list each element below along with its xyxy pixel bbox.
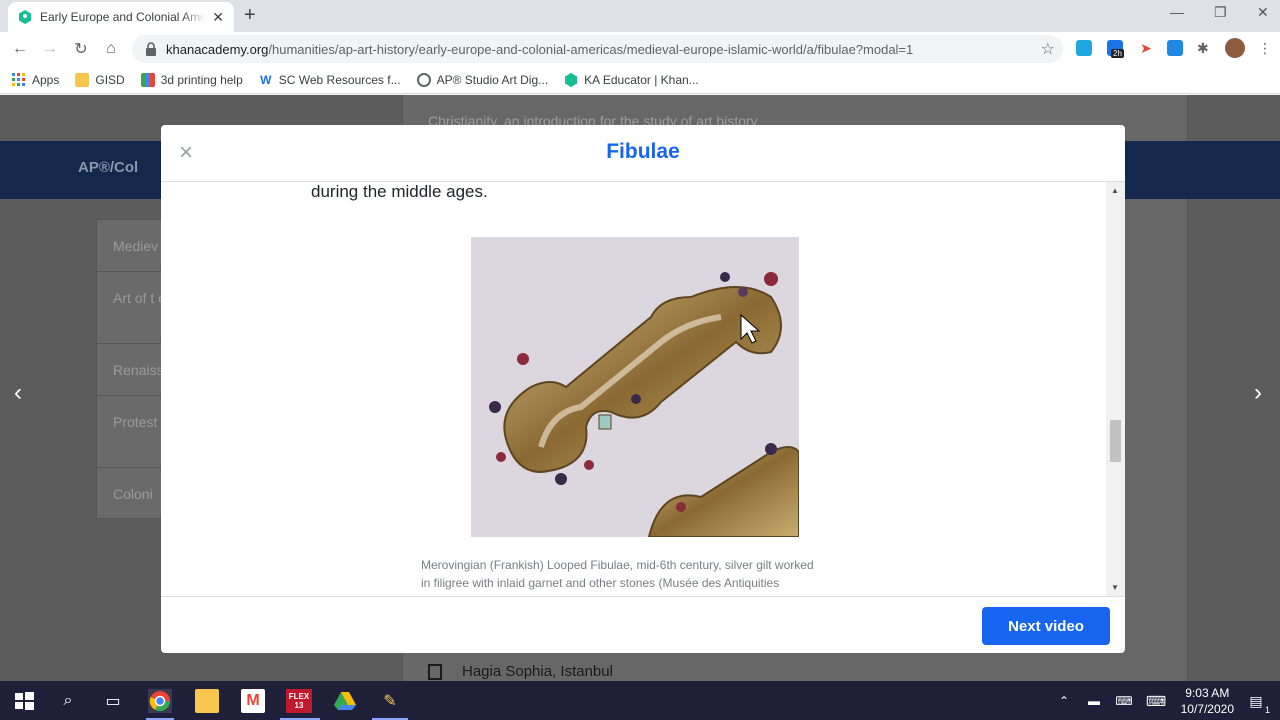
bookmark-apps[interactable]: Apps — [12, 72, 60, 87]
file-explorer-icon[interactable] — [195, 689, 219, 713]
article-text: during the middle ages. — [311, 182, 488, 201]
windows-start-icon[interactable] — [12, 689, 36, 713]
unit-item[interactable]: Coloni — [97, 468, 161, 520]
bookmark-star-icon[interactable]: ☆ — [1041, 39, 1055, 59]
apps-grid-icon — [12, 72, 25, 86]
scroll-up-icon[interactable]: ▲ — [1111, 186, 1119, 195]
unit-list: Mediev Art of t era Renaiss Protest Coun… — [96, 219, 162, 519]
caption-line-2: in filigree with inlaid garnet and other… — [421, 576, 780, 590]
pen-app-icon[interactable]: ✎ — [378, 689, 402, 713]
bookmark-sc-web[interactable]: W SC Web Resources f... — [259, 73, 401, 87]
screen-extension-icon[interactable]: 2h — [1107, 40, 1124, 58]
fibulae-illustration — [471, 237, 800, 538]
flex-label: FLEX — [288, 692, 310, 701]
home-icon[interactable]: ⌂ — [100, 38, 122, 60]
url-text: khanacademy.org/humanities/ap-art-histor… — [166, 42, 913, 57]
bookmarks-bar: Apps GISD 3d printing help W SC Web Reso… — [0, 66, 1280, 94]
globe-icon — [416, 72, 431, 87]
modal-footer: Next video — [161, 596, 1125, 653]
keyboard-icon[interactable]: ⌨ — [1144, 689, 1168, 713]
notification-count: 1 — [1264, 705, 1270, 715]
flex-number: 13 — [294, 701, 304, 710]
modal-body: during the middle ages. Merovingian (Fra… — [161, 182, 1106, 596]
next-video-button[interactable]: Next video — [982, 607, 1110, 645]
w-logo-icon: W — [260, 72, 272, 87]
extension-badge: 2h — [1111, 49, 1124, 58]
lock-icon — [146, 42, 156, 56]
bookmark-label: Apps — [32, 72, 60, 87]
fibulae-image — [471, 237, 800, 538]
tab-title: Early Europe and Colonial Americas — [40, 10, 207, 24]
flex-app-icon[interactable]: FLEX 13 — [286, 689, 312, 713]
chrome-taskbar-icon[interactable] — [148, 689, 172, 713]
prev-chevron-icon[interactable]: ‹ — [14, 379, 22, 407]
cloud-extension-icon[interactable] — [1076, 40, 1092, 56]
tab-strip: Early Europe and Colonial Americas ✕ + —… — [0, 0, 1280, 32]
new-tab-button[interactable]: + — [244, 4, 256, 27]
clock-time: 9:03 AM — [1185, 686, 1230, 700]
article-title: Hagia Sophia, Istanbul — [462, 663, 613, 680]
khan-icon — [565, 72, 578, 87]
extensions-puzzle-icon[interactable]: ✱ — [1197, 40, 1213, 56]
bookmark-label: 3d printing help — [160, 72, 243, 87]
windows-taskbar: ⌕ ▭ M FLEX 13 ✎ ⌃ ▬ ⌨ ⌨ 9:03 AM 10/7/202… — [0, 681, 1280, 720]
bookmark-gisd[interactable]: GISD — [75, 72, 125, 87]
minimize-icon[interactable]: — — [1170, 4, 1184, 20]
window-close-icon[interactable]: ✕ — [1257, 4, 1269, 21]
modal-scrollbar[interactable]: ▲ ▼ — [1106, 182, 1125, 596]
unit-item[interactable]: Mediev — [97, 220, 161, 272]
browser-toolbar: ← → ↻ ⌂ khanacademy.org/humanities/ap-ar… — [0, 32, 1280, 66]
modal-header: × Fibulae — [161, 125, 1125, 182]
scroll-thumb[interactable] — [1110, 420, 1121, 462]
unit-item[interactable]: Art of t era — [97, 272, 161, 344]
url-host: khanacademy.org — [166, 41, 269, 57]
system-clock[interactable]: 9:03 AM 10/7/2020 — [1181, 685, 1234, 717]
screencastify-icon[interactable]: ➤ — [1138, 40, 1154, 56]
khan-academy-icon — [19, 10, 31, 24]
article-link-bottom[interactable]: Hagia Sophia, Istanbul — [428, 663, 613, 680]
battery-icon[interactable]: ▬ — [1082, 689, 1106, 713]
url-path: /humanities/ap-art-history/early-europe-… — [268, 41, 914, 57]
clock-date: 10/7/2020 — [1180, 702, 1234, 716]
task-view-icon[interactable]: ▭ — [101, 689, 125, 713]
bookmark-ap-studio[interactable]: AP® Studio Art Dig... — [416, 72, 549, 87]
chrome-menu-icon[interactable]: ⋮ — [1258, 40, 1274, 56]
next-chevron-icon[interactable]: › — [1254, 379, 1262, 407]
gmail-icon[interactable]: M — [241, 689, 265, 713]
scroll-down-icon[interactable]: ▼ — [1111, 583, 1119, 592]
reload-icon[interactable]: ↻ — [70, 38, 92, 60]
address-bar[interactable]: khanacademy.org/humanities/ap-art-histor… — [132, 35, 1063, 63]
tab-close-icon[interactable]: ✕ — [212, 9, 224, 26]
notifications-icon[interactable]: ▤ 1 — [1244, 689, 1270, 716]
bookmark-label: KA Educator | Khan... — [584, 72, 699, 87]
search-icon[interactable]: ⌕ — [56, 689, 80, 713]
unit-item[interactable]: Protest Counte — [97, 396, 161, 468]
bookmark-3d-printing[interactable]: 3d printing help — [140, 72, 243, 87]
bookmark-label: SC Web Resources f... — [278, 72, 401, 87]
article-doc-icon — [428, 663, 442, 680]
tray-chevron-icon[interactable]: ⌃ — [1052, 689, 1076, 713]
image-caption: Merovingian (Frankish) Looped Fibulae, m… — [421, 556, 861, 592]
bookmark-label: AP® Studio Art Dig... — [436, 72, 549, 87]
forward-arrow-icon[interactable]: → — [39, 38, 61, 60]
tab-active[interactable]: Early Europe and Colonial Americas ✕ — [8, 2, 234, 32]
course-title: AP®/Col — [78, 159, 139, 176]
bookmark-ka-educator[interactable]: KA Educator | Khan... — [564, 72, 699, 87]
back-arrow-icon[interactable]: ← — [9, 38, 31, 60]
network-icon[interactable]: ⌨ — [1112, 689, 1136, 713]
article-modal: × Fibulae during the middle ages. Merovi… — [161, 125, 1125, 653]
folder-icon — [75, 72, 90, 87]
modal-title: Fibulae — [606, 140, 680, 163]
bookmark-icon — [140, 72, 155, 87]
google-drive-icon[interactable] — [333, 689, 357, 713]
bookmark-label: GISD — [95, 72, 125, 87]
unit-item[interactable]: Renaiss — [97, 344, 161, 396]
profile-avatar[interactable] — [1225, 38, 1245, 58]
blue-extension-icon[interactable] — [1167, 40, 1183, 56]
caption-line-1: Merovingian (Frankish) Looped Fibulae, m… — [421, 558, 814, 572]
maximize-icon[interactable]: ❐ — [1214, 4, 1227, 21]
